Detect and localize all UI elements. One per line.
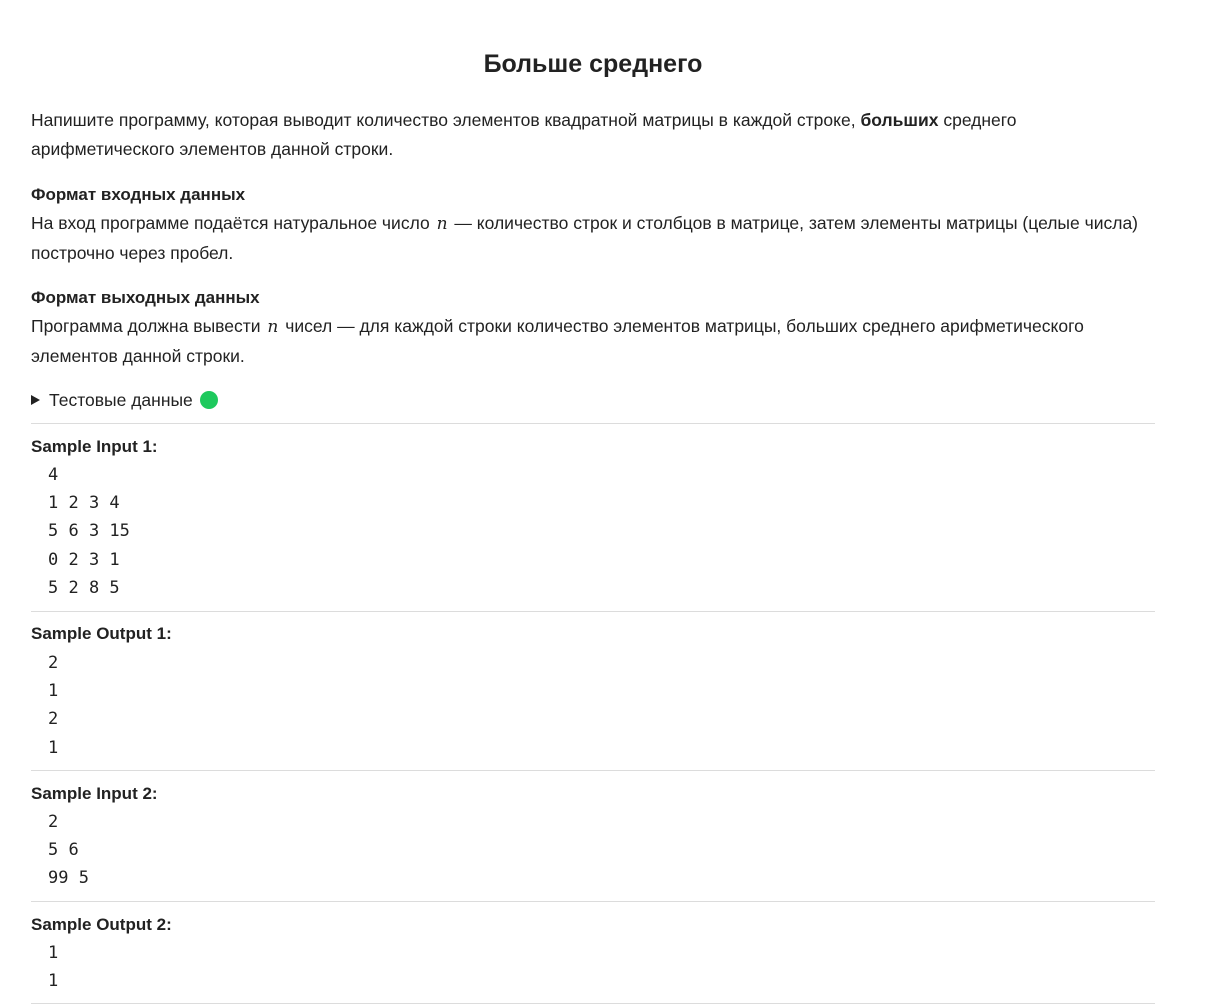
divider bbox=[31, 423, 1155, 424]
page-title: Больше среднего bbox=[483, 50, 703, 78]
output-format-text-start: Программа должна вывести bbox=[31, 316, 266, 336]
input-format-text-start: На вход программе подаётся натуральное ч… bbox=[31, 213, 435, 233]
math-variable-n: n bbox=[436, 214, 448, 234]
input-format-heading: Формат входных данных bbox=[31, 185, 246, 204]
triangle-right-icon bbox=[31, 395, 40, 405]
divider bbox=[31, 770, 1155, 771]
sample-output-1-code: 2 1 2 1 bbox=[48, 653, 59, 758]
statement-text-start: Напишите программу, которая выводит коли… bbox=[31, 110, 861, 130]
output-format-heading: Формат выходных данных bbox=[31, 288, 260, 307]
divider bbox=[31, 611, 1155, 612]
divider bbox=[31, 901, 1155, 902]
math-variable-n: n bbox=[267, 317, 279, 337]
input-format-text: На вход программе подаётся натуральное ч… bbox=[31, 209, 1155, 267]
test-data-label: Тестовые данные bbox=[49, 389, 193, 410]
sample-input-1-label: Sample Input 1: bbox=[31, 437, 158, 456]
statement-bold-word: больших bbox=[860, 110, 939, 130]
sample-output-1-label: Sample Output 1: bbox=[31, 624, 172, 643]
sample-output-2-label: Sample Output 2: bbox=[31, 915, 172, 934]
test-data-toggle[interactable]: Тестовые данные bbox=[31, 387, 218, 413]
sample-output-2-code: 1 1 bbox=[48, 943, 59, 992]
output-format-text: Программа должна вывести n чисел — для к… bbox=[31, 312, 1155, 370]
sample-input-2-label: Sample Input 2: bbox=[31, 784, 158, 803]
status-dot-icon bbox=[199, 391, 218, 409]
sample-input-2-code: 2 5 6 99 5 bbox=[48, 812, 89, 889]
problem-statement: Напишите программу, которая выводит коли… bbox=[31, 106, 1155, 163]
sample-input-1-code: 4 1 2 3 4 5 6 3 15 0 2 3 1 5 2 8 5 bbox=[48, 465, 130, 598]
divider bbox=[31, 1003, 1155, 1004]
